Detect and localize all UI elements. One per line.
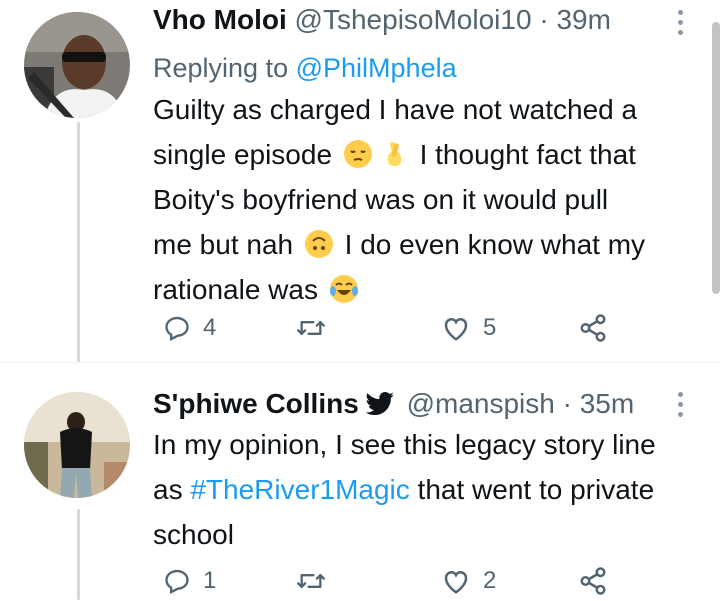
share-button[interactable]	[578, 561, 608, 601]
text-segment: I thought fact that	[411, 139, 636, 170]
like-button[interactable]: 5	[441, 308, 496, 348]
heart-icon	[444, 317, 468, 341]
more-options-icon[interactable]	[675, 10, 685, 40]
avatar[interactable]	[24, 12, 130, 118]
tweet-header: Vho Moloi @TshepisoMoloi10 · 39m	[153, 2, 611, 38]
reply-count: 1	[203, 567, 217, 594]
tweet-text-line: In my opinion, I see this legacy story l…	[153, 429, 656, 460]
username[interactable]: @manspish	[407, 388, 555, 419]
display-name[interactable]: Vho Moloi	[153, 4, 287, 35]
tweet-text-line: rationale was	[153, 267, 713, 312]
text-segment: I do even know what my	[336, 229, 646, 260]
tweet[interactable]: S'phiwe Collins @manspish · 35m In my op…	[0, 362, 720, 600]
tweet-text-line: Boity's boyfriend was on it would pull	[153, 184, 609, 215]
reply-button[interactable]: 1	[163, 561, 216, 601]
hashtag-link[interactable]: #TheRiver1Magic	[190, 474, 409, 505]
retweet-button[interactable]	[295, 308, 339, 348]
text-segment: rationale was	[153, 274, 318, 305]
share-button[interactable]	[578, 308, 608, 348]
thread-line	[77, 122, 80, 362]
retweet-button[interactable]	[295, 561, 339, 601]
text-segment: as	[153, 474, 191, 505]
heart-icon	[444, 570, 468, 594]
scrollbar[interactable]	[712, 22, 720, 294]
tweet[interactable]: Vho Moloi @TshepisoMoloi10 · 39m Replyin…	[0, 0, 720, 362]
text-segment: that went to private	[409, 474, 655, 505]
text-segment: me but nah	[153, 229, 294, 260]
tweet-actions: 1 2	[153, 561, 633, 601]
tweet-text-line: Guilty as charged I have not watched a	[153, 94, 638, 125]
tweet-text-line: me but nah I do even know what my	[153, 222, 713, 267]
tweet-text-line: as #TheRiver1Magic that went to private	[153, 467, 713, 512]
tears-of-joy-icon	[329, 272, 359, 303]
pensive-face-icon	[343, 137, 373, 168]
text-segment: single episode	[153, 139, 333, 170]
tweet-text: In my opinion, I see this legacy story l…	[153, 422, 713, 557]
twitter-bird-icon	[365, 389, 395, 425]
replying-label: Replying to	[153, 53, 289, 83]
separator-dot: ·	[539, 4, 549, 35]
upside-down-face-icon	[304, 227, 334, 258]
replying-to-link[interactable]: @PhilMphela	[296, 53, 457, 83]
like-count: 2	[483, 567, 497, 594]
retweet-icon	[296, 574, 325, 588]
retweet-icon	[296, 321, 325, 335]
tweet-text: Guilty as charged I have not watched a s…	[153, 87, 713, 312]
username[interactable]: @TshepisoMoloi10	[295, 4, 532, 35]
share-icon	[580, 567, 606, 595]
reply-count: 4	[203, 314, 217, 341]
timestamp[interactable]: 35m	[580, 388, 634, 419]
reply-icon	[165, 569, 189, 594]
more-options-icon[interactable]	[675, 392, 685, 422]
timestamp[interactable]: 39m	[556, 4, 610, 35]
share-icon	[580, 314, 606, 342]
display-name[interactable]: S'phiwe Collins	[153, 388, 359, 419]
tweet-text-line: single episode I thought fact that	[153, 132, 713, 177]
separator-dot: ·	[562, 388, 572, 419]
reply-button[interactable]: 4	[163, 308, 216, 348]
thread-line	[77, 509, 80, 600]
tweet-header: S'phiwe Collins @manspish · 35m	[153, 386, 634, 425]
crossed-fingers-icon	[379, 137, 409, 167]
tweet-text-line: school	[153, 519, 234, 550]
reply-icon	[165, 316, 189, 341]
like-count: 5	[483, 314, 497, 341]
replying-to: Replying to @PhilMphela	[153, 50, 457, 86]
avatar[interactable]	[24, 392, 130, 498]
like-button[interactable]: 2	[441, 561, 496, 601]
tweet-actions: 4 5	[153, 308, 633, 348]
